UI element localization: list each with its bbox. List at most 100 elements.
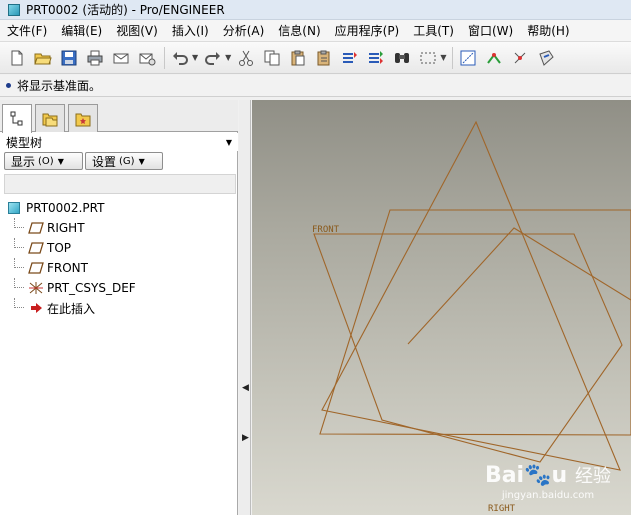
folder-icon [42, 113, 58, 126]
tree-connector [14, 238, 24, 248]
coordinate-system-icon [28, 281, 44, 295]
tree-item-front[interactable]: FRONT [0, 258, 238, 278]
menu-view[interactable]: 视图(V) [109, 20, 165, 42]
favorites-icon [75, 113, 91, 126]
tree-connector [14, 218, 24, 228]
tree-item-label: 在此插入 [47, 301, 96, 316]
message-area: 将显示基准面。 [0, 75, 631, 97]
graphics-window[interactable]: FRONT RIGHT Bai🐾u 经验 jingyan.baidu.com [252, 100, 631, 515]
menu-help[interactable]: 帮助(H) [520, 20, 576, 42]
tree-item-label: TOP [47, 241, 72, 255]
show-button-label: 显示 [11, 154, 36, 169]
save-icon[interactable] [58, 47, 80, 69]
datum-plane-icon [28, 221, 44, 235]
undo-dropdown-icon[interactable]: ▼ [192, 53, 198, 62]
copy-icon[interactable] [261, 47, 283, 69]
axis-display-icon[interactable] [483, 47, 505, 69]
part-icon [8, 202, 20, 214]
tree-root-label: PRT0002.PRT [26, 201, 105, 215]
expand-right-icon[interactable]: ▶ [242, 433, 249, 443]
model-tree: PRT0002.PRT RIGHT TOP FRONT PRT_CSYS_DEF… [0, 198, 238, 318]
tree-item-right[interactable]: RIGHT [0, 218, 238, 238]
model-tree-buttons: 显示 (O) ▼ 设置 (G) ▼ [4, 152, 165, 172]
plane-label-front: FRONT [312, 225, 340, 235]
paste-icon[interactable] [287, 47, 309, 69]
tree-item-top[interactable]: TOP [0, 238, 238, 258]
app-icon [8, 3, 20, 16]
status-message: 将显示基准面。 [17, 79, 102, 93]
open-folder-icon[interactable] [32, 47, 54, 69]
point-display-icon[interactable] [509, 47, 531, 69]
watermark-site: jingyan.baidu.com [501, 490, 595, 501]
menu-edit[interactable]: 编辑(E) [54, 20, 109, 42]
menu-bar: 文件(F) 编辑(E) 视图(V) 插入(I) 分析(A) 信息(N) 应用程序… [0, 20, 631, 42]
cut-icon[interactable] [235, 47, 257, 69]
tree-icon [10, 111, 23, 126]
datum-plane-top [319, 209, 631, 436]
tree-item-label: RIGHT [47, 221, 85, 235]
select-dropdown-icon[interactable]: ▼ [440, 53, 446, 62]
mail-icon[interactable] [110, 47, 132, 69]
redo-dropdown-icon[interactable]: ▼ [225, 53, 231, 62]
model-tree-tab[interactable] [2, 104, 32, 133]
menu-insert[interactable]: 插入(I) [165, 20, 216, 42]
menu-applications[interactable]: 应用程序(P) [328, 20, 407, 42]
datum-planes-drawing [313, 120, 631, 471]
settings-button-label: 设置 [92, 154, 117, 169]
tree-connector [14, 258, 24, 268]
select-box-icon[interactable] [417, 47, 439, 69]
plane-label-right: RIGHT [488, 504, 516, 514]
favorites-tab[interactable] [68, 104, 98, 132]
datum-plane-icon [28, 241, 44, 255]
title-bar: PRT0002 (活动的) - Pro/ENGINEER [0, 0, 631, 20]
datum-plane-icon [28, 261, 44, 275]
tree-root-part[interactable]: PRT0002.PRT [0, 198, 238, 218]
chevron-down-icon: ▼ [138, 156, 145, 166]
toolbar-separator [452, 46, 454, 69]
datum-plane-right [321, 120, 621, 471]
settings-button-hotkey: (G) [119, 155, 135, 167]
datum-plane-top-inner [407, 227, 631, 345]
toolbar-separator [164, 46, 165, 69]
tree-connector [14, 298, 24, 308]
show-button-hotkey: (O) [38, 155, 54, 167]
regenerate-manager-icon[interactable] [365, 47, 387, 69]
tree-item-insert-here[interactable]: 在此插入 [0, 298, 238, 318]
model-tree-label: 模型树 [6, 135, 43, 150]
chevron-down-icon: ▼ [57, 156, 64, 166]
paste-special-icon[interactable] [313, 47, 335, 69]
regenerate-icon[interactable] [339, 47, 361, 69]
new-file-icon[interactable] [6, 47, 28, 69]
collapse-left-icon[interactable]: ◀ [242, 383, 249, 393]
datum-plane-front [313, 233, 623, 463]
window-title: PRT0002 (活动的) - Pro/ENGINEER [26, 3, 225, 17]
watermark-brand: Bai [484, 463, 525, 488]
chevron-down-icon[interactable]: ▼ [226, 138, 232, 147]
tree-item-csys[interactable]: PRT_CSYS_DEF [0, 278, 238, 298]
datum-display-icon[interactable] [457, 47, 479, 69]
mail-attach-icon[interactable] [136, 47, 158, 69]
settings-button[interactable]: 设置 (G) ▼ [85, 152, 163, 170]
folder-browser-tab[interactable] [35, 104, 65, 132]
main-toolbar: ▼ ▼ ▼ [0, 42, 631, 74]
panel-splitter[interactable]: ◀ ▶ [239, 100, 251, 515]
undo-icon[interactable] [169, 47, 191, 69]
message-bullet-icon [6, 83, 11, 88]
insert-here-arrow-icon [28, 301, 44, 315]
model-tree-column-header [4, 174, 236, 194]
redo-icon[interactable] [202, 47, 224, 69]
tree-item-label: PRT_CSYS_DEF [47, 281, 136, 295]
model-tree-header: 模型树 ▼ [0, 133, 238, 151]
menu-window[interactable]: 窗口(W) [461, 20, 520, 42]
menu-analysis[interactable]: 分析(A) [216, 20, 272, 42]
show-button[interactable]: 显示 (O) ▼ [4, 152, 83, 170]
menu-file[interactable]: 文件(F) [0, 20, 54, 42]
print-icon[interactable] [84, 47, 106, 69]
baidu-watermark-logo: Bai🐾u 经验 jingyan.baidu.com [484, 463, 611, 501]
menu-tools[interactable]: 工具(T) [406, 20, 461, 42]
navigator-panel: 模型树 ▼ 显示 (O) ▼ 设置 (G) ▼ PRT0002.PRT RIGH… [0, 100, 238, 515]
navigator-tabs [0, 100, 238, 133]
find-icon[interactable] [391, 47, 413, 69]
csys-display-icon[interactable] [535, 47, 557, 69]
menu-info[interactable]: 信息(N) [271, 20, 327, 42]
